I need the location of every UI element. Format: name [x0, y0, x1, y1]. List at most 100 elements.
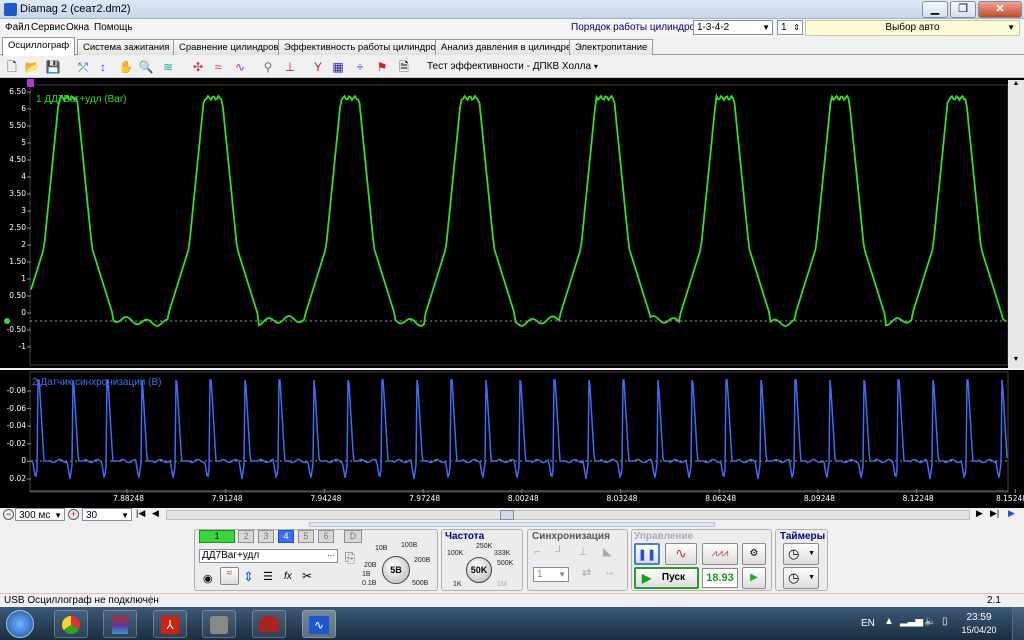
divide-icon[interactable]: ÷ [352, 59, 368, 75]
hand-icon[interactable]: ✋ [118, 59, 134, 75]
auto-start-icon[interactable]: ▶ [742, 567, 766, 589]
sync-level-icon[interactable]: ⇄ [582, 566, 591, 579]
cursor-cross-icon[interactable]: ✣ [190, 59, 206, 75]
menu-help[interactable]: Помощь [94, 22, 133, 33]
vertical-move-icon[interactable]: ⇕ [243, 569, 254, 585]
document-icon[interactable]: 🗎 [396, 59, 412, 75]
zoom-fit-icon[interactable]: ⤱ [75, 59, 91, 75]
clock-time[interactable]: 23:59 [959, 612, 999, 623]
channel-1-zero-marker[interactable] [4, 318, 10, 324]
y-tick-label: -0.08 [6, 386, 26, 395]
save-icon[interactable]: 💾 [45, 59, 61, 75]
start-menu-button[interactable] [6, 610, 34, 638]
tab-pressure-analysis[interactable]: Анализ давления в цилиндре [435, 39, 578, 55]
channel-button-1[interactable]: 1 [199, 530, 235, 543]
level-icon[interactable]: ≋ [160, 59, 176, 75]
device-taskbar-icon[interactable] [202, 610, 236, 638]
tab-ignition[interactable]: Система зажигания [77, 39, 176, 55]
auto-settings-icon[interactable]: ⚙ [742, 543, 766, 565]
count-select[interactable]: 30 ▼ [82, 508, 132, 521]
zero-level-icon[interactable]: ⊥ [282, 59, 298, 75]
grid-icon[interactable]: ▦ [330, 59, 346, 75]
open-folder-icon[interactable]: 📂 [24, 59, 40, 75]
tools-icon[interactable]: ✂ [302, 569, 312, 583]
flag-icon[interactable]: ⚑ [374, 59, 390, 75]
magnifier-icon[interactable]: 🔍 [138, 59, 154, 75]
waves-icon[interactable]: ≈ [210, 59, 226, 75]
timer-2-button[interactable]: ◷ ▼ [783, 567, 819, 589]
sync-move-icon[interactable]: ↔ [604, 566, 615, 578]
menu-windows[interactable]: Окна [66, 22, 89, 33]
oscilloscope-channel-1[interactable]: 1 ДД7Ваг+удл (Bar) 6.50 6 5.50 5 4.50 4 3.50 3 2… [0, 78, 1024, 368]
channel-filter-icon[interactable]: Y [310, 59, 326, 75]
battery-icon[interactable]: ▯ [942, 616, 948, 627]
top-scrollbar[interactable]: ▲ ▼ [1008, 80, 1024, 368]
timebase-select[interactable]: 300 мс ▼ [15, 508, 65, 521]
step-forward-icon[interactable]: ▶ [976, 508, 983, 519]
skip-start-icon[interactable]: |◀ [136, 508, 145, 519]
test-mode-dropdown[interactable]: Тест эффективности - ДПКВ Холла ▾ [427, 61, 598, 72]
channel-button-d[interactable]: D [344, 530, 362, 543]
tab-cylinder-compare[interactable]: Сравнение цилиндров [173, 39, 285, 55]
lines-icon[interactable]: ☰ [263, 570, 273, 583]
invert-icon[interactable]: ≈ [220, 567, 239, 585]
tab-oscilloscope[interactable]: Осциллограф [2, 37, 76, 56]
zoom-in-icon[interactable]: + [68, 509, 79, 520]
sine-wave-icon[interactable]: ∿ [665, 543, 697, 565]
vertical-scale-icon[interactable]: ↕ [95, 59, 111, 75]
step-back-icon[interactable]: ◀ [152, 508, 159, 519]
frequency-title: Частота [445, 531, 485, 542]
filter-icon[interactable]: ⚲ [260, 59, 276, 75]
network-icon[interactable]: ▂▃▅ [900, 616, 923, 627]
channel-button-3[interactable]: 3 [258, 530, 274, 543]
sync-channel-select[interactable]: 1 ▼ [533, 567, 569, 582]
sensor-config-icon[interactable]: ⎘ [345, 550, 355, 566]
scroll-up-icon[interactable]: ▲ [1008, 80, 1024, 92]
splitter-handle[interactable] [309, 522, 715, 527]
sync-edge-icons[interactable]: ⌐ ┘ ⊥ ◣ [534, 545, 617, 558]
sensor-name-field[interactable]: ДД7Ваг+удл ··· [199, 549, 338, 563]
volume-icon[interactable]: 🔈 [924, 616, 936, 627]
scroll-down-icon[interactable]: ▼ [1008, 356, 1024, 368]
voltage-scale-dial[interactable]: 5В [382, 556, 410, 584]
spectrum-icon[interactable]: ∿ [232, 59, 248, 75]
timer-1-button[interactable]: ◷ ▼ [783, 543, 819, 565]
winrar-taskbar-icon[interactable] [103, 610, 137, 638]
time-scrollbar[interactable] [166, 510, 970, 520]
channel-button-4[interactable]: 4 [278, 530, 294, 543]
channel-button-2[interactable]: 2 [238, 530, 254, 543]
close-button[interactable]: ✕ [978, 1, 1022, 18]
noise-wave-icon[interactable]: ⩘⩘⩘ [702, 543, 738, 565]
language-indicator[interactable]: EN [861, 618, 875, 629]
maximize-button[interactable]: ❐ [950, 1, 976, 18]
channel-button-5[interactable]: 5 [298, 530, 314, 543]
pause-icon[interactable]: ❚❚ [634, 543, 660, 565]
show-desktop-button[interactable] [1012, 607, 1024, 640]
play-icon[interactable]: ▶ [1008, 508, 1015, 519]
function-icon[interactable]: fx [284, 571, 292, 582]
skip-end-icon[interactable]: ▶| [990, 508, 999, 519]
pdf-taskbar-icon[interactable]: ⅄ [153, 610, 187, 638]
auto-select-box[interactable]: Выбор авто ▼ [805, 20, 1020, 36]
zoom-out-icon[interactable]: − [3, 509, 14, 520]
menu-file[interactable]: Файл [5, 22, 30, 33]
cylinder-number-spinner[interactable]: 1 ⇕ [777, 20, 803, 35]
frequency-dial[interactable]: 50K [466, 557, 492, 583]
car-app-taskbar-icon[interactable] [252, 610, 286, 638]
time-scroll-thumb[interactable] [500, 510, 514, 520]
cylinder-order-select[interactable]: 1-3-4-2 ▼ [693, 20, 773, 35]
minimize-button[interactable]: ▁ [922, 1, 948, 18]
tab-cylinder-efficiency[interactable]: Эффективность работы цилиндров [278, 39, 447, 55]
tab-power-supply[interactable]: Электропитание [569, 39, 654, 55]
channel-button-6[interactable]: 6 [318, 530, 334, 543]
start-button[interactable]: ▶ Пуск [634, 567, 699, 589]
clock-date[interactable]: 15/04/20 [956, 625, 1002, 635]
diamag-taskbar-icon[interactable]: ∿ [302, 610, 336, 638]
new-file-icon[interactable]: 🗋 [4, 59, 20, 75]
tray-arrow-icon[interactable]: ▲ [884, 616, 894, 627]
menu-service[interactable]: Сервис [31, 22, 65, 33]
oscilloscope-channel-2[interactable]: 2 Датчик синхронизации (В) -0.08 -0.06 -0.… [0, 370, 1024, 508]
timebase-row: − 300 мс ▼ + 30 ▼ |◀ ◀ ▶ ▶| ▶ [0, 508, 1024, 522]
eye-icon[interactable]: ◉ [203, 572, 213, 585]
chrome-taskbar-icon[interactable] [54, 610, 88, 638]
